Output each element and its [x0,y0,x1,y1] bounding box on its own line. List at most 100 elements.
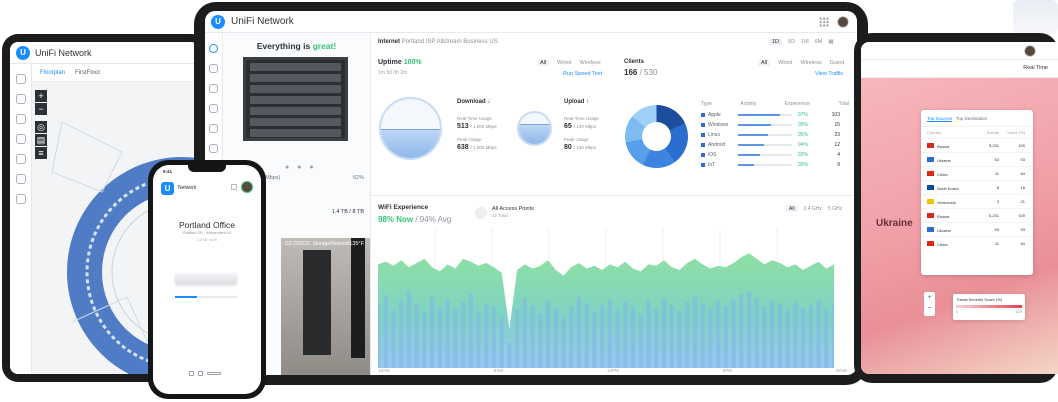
uptime-value: 100% [403,59,422,66]
settings-icon[interactable] [15,194,26,204]
client-type-name: IoT [708,162,716,168]
uptime-label: Uptime [378,59,402,66]
range-1m[interactable]: 1M [801,39,809,45]
wifi-usage-bar [460,302,466,368]
client-type-row[interactable]: Android 94% 12 [701,140,849,150]
filter-wireless[interactable]: Wireless [580,60,601,66]
client-type-row[interactable]: IoT 35% 9 [701,160,849,170]
insights-icon[interactable] [15,174,26,184]
dashboard-icon[interactable] [15,74,26,84]
range-5d[interactable]: 5D [788,39,795,45]
source-row[interactable]: China 11 84 [921,236,1033,250]
source-row[interactable]: Ukraine 53 93 [921,152,1033,166]
unifi-logo-icon[interactable]: U [211,14,225,29]
band-5[interactable]: 5 GHz [828,206,842,212]
source-row[interactable]: North Korea 6 18 [921,180,1033,194]
topology-icon[interactable] [209,64,218,73]
calendar-icon[interactable]: ▦ [828,39,833,45]
wifi-title: WiFi Experience [378,204,429,211]
settings-icon[interactable] [207,372,221,375]
unifi-logo-icon[interactable]: U [161,181,174,195]
dashboard-icon[interactable] [209,44,218,53]
speed-test-link[interactable]: Run Speed Test [563,71,602,77]
phone-header: U Network [161,180,253,196]
rack-image[interactable] [243,57,348,141]
gauge-level-line [519,124,550,126]
right-toolbar: Real Time [861,60,1058,78]
apps-grid-icon[interactable] [231,184,237,190]
wifi-usage-bar [522,298,527,368]
phone-progress [175,296,237,298]
ap-selector[interactable]: All Access Points [492,206,534,212]
tab-top-sources[interactable]: Top Sources [927,116,953,122]
topology-icon[interactable] [15,94,26,104]
insights-icon[interactable] [209,144,218,153]
filter-all[interactable]: All [537,60,550,66]
tab-top-destination[interactable]: Top Destination [956,116,987,122]
source-row[interactable]: China 11 84 [921,166,1033,180]
activity-bar [738,154,792,156]
wifi-usage-bar [422,312,427,368]
view-traffic-link[interactable]: View Traffic [815,71,843,77]
clients-filter-guest[interactable]: Guest [830,60,845,66]
client-type-row[interactable]: Linux 95% 23 [701,130,849,140]
col-activity: Activity [740,101,757,107]
download-title: Download ↓ [457,99,491,105]
source-row[interactable]: Ukraine 53 93 [921,222,1033,236]
band-24[interactable]: 2.4 GHz [804,206,822,212]
avatar[interactable] [1024,45,1036,57]
stats-icon[interactable] [209,124,218,133]
floor-button[interactable]: ▤ [35,134,47,146]
client-type-row[interactable]: iOS 92% 4 [701,150,849,160]
clients-icon[interactable] [15,134,26,144]
source-row[interactable]: Russia 5,231 100 [921,138,1033,152]
score-value: 84 [1020,241,1025,246]
range-6m[interactable]: 6M [815,39,823,45]
wifi-usage-bar [530,305,535,368]
clients-filter-wireless[interactable]: Wireless [801,60,822,66]
realtime-dropdown[interactable]: Real Time [1023,65,1048,71]
camera-feed[interactable]: G3 2/25/20, Storage/Network 135°F [281,238,370,375]
clients-filter-wired[interactable]: Wired [778,60,792,66]
zoom-in-button[interactable]: + [35,90,47,102]
camera-door-shape [351,238,365,358]
unifi-logo-icon[interactable]: U [16,45,30,60]
wifi-usage-bar [785,309,790,368]
layers-button[interactable]: ◎ [35,121,47,133]
band-all[interactable]: All [786,206,798,212]
devices-icon[interactable] [15,114,26,124]
clients-filter: All Wired Wireless Guest [758,60,844,66]
client-type-row[interactable]: Apple 97% 103 [701,110,849,120]
floorplan-dropdown[interactable]: Floorplan [40,70,65,76]
source-row[interactable]: Venezuela 3 21 [921,194,1033,208]
clients-count: 166 / 530 [624,68,657,77]
apps-grid-icon[interactable] [819,17,829,27]
zoom-out-button[interactable]: − [35,103,47,115]
clients-icon[interactable] [209,104,218,113]
phone-progress-fill [175,296,197,298]
phone-notch [188,165,226,172]
devices-icon[interactable] [198,371,203,376]
download-peak-value: 638 [457,144,469,151]
stats-icon[interactable] [15,154,26,164]
list-button[interactable]: ≡ [35,147,47,159]
wifi-area-chart[interactable] [378,228,834,368]
floorplan-site[interactable]: FirstFloor [75,70,100,76]
gateway-device-image[interactable] [175,273,237,284]
avatar[interactable] [241,181,253,193]
uptime-duration: 1m 5d 3h 2m [378,70,408,76]
client-type-row[interactable]: Windows 95% 15 [701,120,849,130]
range-1d[interactable]: 1D [769,39,783,45]
wifi-usage-bar [808,305,813,368]
filter-wired[interactable]: Wired [557,60,571,66]
clients-donut-chart[interactable] [625,105,688,168]
avatar[interactable] [837,16,849,28]
clients-filter-all[interactable]: All [758,60,771,66]
map-zoom-controls[interactable]: + − [924,292,935,316]
home-icon[interactable] [189,371,194,376]
carousel-dots[interactable]: ● ● ● [285,164,317,171]
clients-title: Clients [624,59,645,65]
source-row[interactable]: Russia 5,231 100 [921,208,1033,222]
devices-icon[interactable] [209,84,218,93]
wifi-usage-bar [383,295,388,368]
